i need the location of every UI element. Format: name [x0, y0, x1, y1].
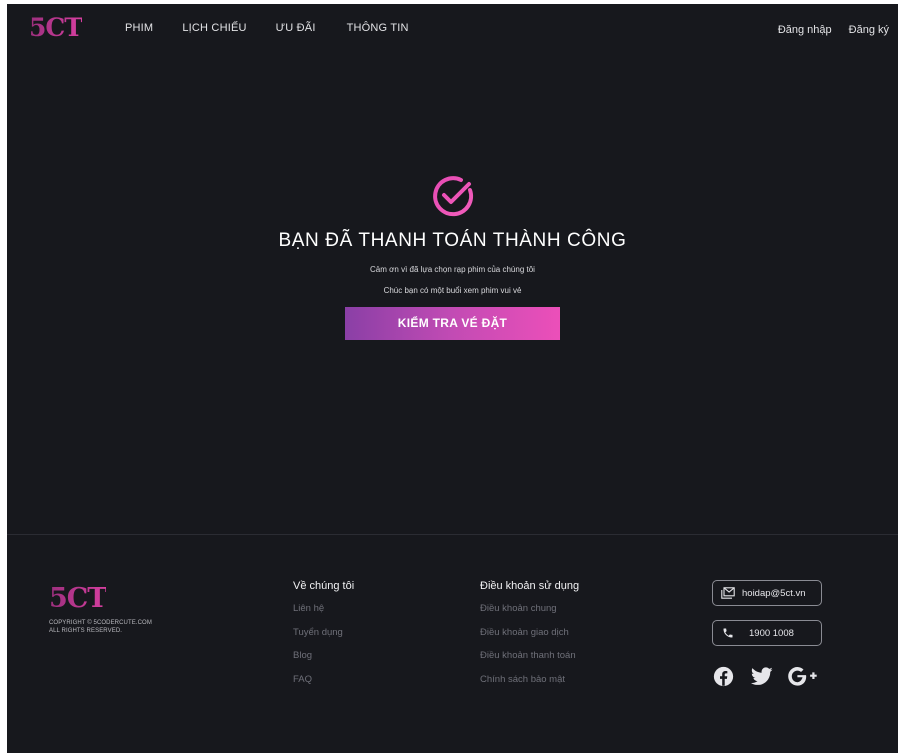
nav-item-lich-chieu[interactable]: LỊCH CHIẾU	[182, 22, 246, 34]
login-link[interactable]: Đăng nhập	[778, 24, 832, 36]
register-link[interactable]: Đăng ký	[849, 24, 889, 36]
footer-brand-logo[interactable]: 5CT	[49, 585, 107, 612]
nav-item-thong-tin[interactable]: THÔNG TIN	[347, 22, 409, 34]
google-plus-icon[interactable]	[788, 665, 818, 687]
footer-divider	[7, 534, 898, 535]
thanks-text: Cảm ơn vì đã lựa chọn rạp phim của chúng…	[370, 264, 535, 274]
footer-link-faq[interactable]: FAQ	[293, 674, 354, 686]
main-nav: PHIM LỊCH CHIẾU ƯU ĐÃI THÔNG TIN	[125, 22, 409, 34]
copyright-line-2: ALL RIGHTS RESERVED.	[49, 628, 123, 634]
contact-phone-text: 1900 1008	[749, 627, 794, 639]
copyright-line-1: COPYRIGHT © 5CODERCUTE.COM	[49, 620, 152, 626]
phone-icon	[721, 626, 735, 640]
terms-title: Điều khoản sử dụng	[480, 580, 580, 592]
footer-link-general-terms[interactable]: Điều khoản chung	[480, 603, 579, 615]
twitter-icon[interactable]	[751, 665, 773, 687]
footer-link-tuyen-dung[interactable]: Tuyển dụng	[293, 627, 354, 639]
facebook-icon[interactable]	[712, 665, 734, 687]
footer-link-blog[interactable]: Blog	[293, 650, 354, 662]
success-title: BẠN ĐÃ THANH TOÁN THÀNH CÔNG	[278, 230, 627, 251]
copyright: COPYRIGHT © 5CODERCUTE.COM ALL RIGHTS RE…	[49, 619, 152, 635]
footer-link-transaction-terms[interactable]: Điều khoản giao dịch	[480, 627, 579, 639]
footer-link-lien-he[interactable]: Liên hệ	[293, 603, 354, 615]
check-tickets-button[interactable]: KIỂM TRA VÉ ĐẶT	[345, 306, 560, 340]
contact-email-text: hoidap@5ct.vn	[742, 587, 806, 599]
app-window: 5CT PHIM LỊCH CHIẾU ƯU ĐÃI THÔNG TIN Đăn…	[7, 4, 898, 753]
wish-text: Chúc bạn có một buổi xem phim vui vẻ	[383, 285, 522, 295]
brand-logo[interactable]: 5CT	[29, 15, 83, 40]
check-circle-icon	[7, 174, 898, 218]
contact-email-button[interactable]: hoidap@5ct.vn	[712, 580, 822, 606]
payment-success-section: BẠN ĐÃ THANH TOÁN THÀNH CÔNG Cảm ơn vì đ…	[7, 174, 898, 340]
mail-icon	[721, 586, 735, 600]
top-navbar: 5CT PHIM LỊCH CHIẾU ƯU ĐÃI THÔNG TIN Đăn…	[7, 4, 898, 50]
footer-terms-column: Điều khoản sử dụng Điều khoản chung Điều…	[480, 580, 579, 697]
nav-item-phim[interactable]: PHIM	[125, 22, 153, 34]
footer-link-payment-terms[interactable]: Điều khoản thanh toán	[480, 650, 579, 662]
nav-item-uu-dai[interactable]: ƯU ĐÃI	[276, 22, 316, 34]
about-title: Về chúng tôi	[293, 580, 355, 592]
contact-phone-button[interactable]: 1900 1008	[712, 620, 822, 646]
auth-links: Đăng nhập Đăng ký	[778, 24, 889, 36]
footer-link-privacy-policy[interactable]: Chính sách bảo mật	[480, 674, 579, 686]
social-links	[712, 665, 818, 687]
footer-about-column: Về chúng tôi Liên hệ Tuyển dụng Blog FAQ	[293, 580, 354, 697]
